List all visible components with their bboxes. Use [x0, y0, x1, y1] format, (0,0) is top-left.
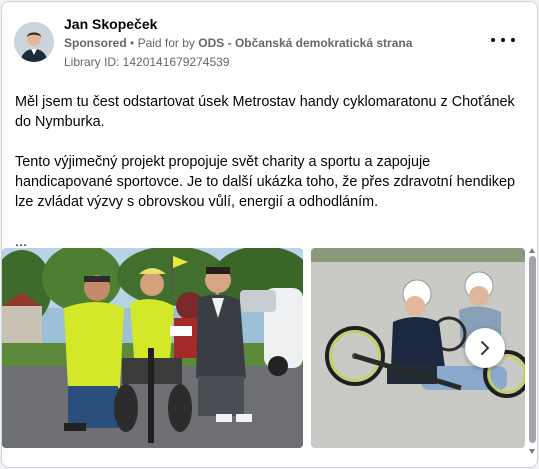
post-text: Měl jsem tu čest odstartovat úsek Metros… [15, 92, 527, 252]
more-options-icon[interactable] [491, 32, 515, 48]
library-id: Library ID: 1420141679274539 [64, 55, 230, 69]
ad-post-card: Jan Skopeček Sponsored • Paid for by ODS… [1, 1, 538, 468]
image-carousel [2, 248, 537, 448]
sponsored-label: Sponsored [64, 36, 127, 50]
dot [511, 38, 515, 42]
payer-link[interactable]: ODS - Občanská demokratická strana [198, 36, 412, 50]
scroll-down-arrow-icon[interactable] [529, 449, 535, 454]
scroll-up-arrow-icon[interactable] [529, 248, 535, 253]
post-paragraph: Měl jsem tu čest odstartovat úsek Metros… [15, 94, 515, 130]
dot [491, 38, 495, 42]
paid-for-label: Paid for by [137, 36, 195, 50]
meta-bullet: • [130, 36, 135, 50]
group-photo-cyclists [2, 248, 303, 448]
chevron-right-icon [481, 341, 489, 355]
vertical-scrollbar[interactable] [528, 248, 537, 457]
author-avatar[interactable] [14, 22, 54, 62]
sponsor-meta: Sponsored • Paid for by ODS - Občanská d… [64, 36, 412, 50]
carousel-next-button[interactable] [465, 328, 505, 368]
post-header: Jan Skopeček Sponsored • Paid for by ODS… [14, 14, 525, 72]
dot [501, 38, 505, 42]
avatar-photo [14, 22, 54, 62]
author-name[interactable]: Jan Skopeček [64, 16, 157, 32]
post-paragraph: Tento výjimečný projekt propojuje svět c… [15, 154, 515, 210]
scrollbar-thumb[interactable] [529, 256, 536, 443]
carousel-slide-1[interactable] [2, 248, 303, 448]
